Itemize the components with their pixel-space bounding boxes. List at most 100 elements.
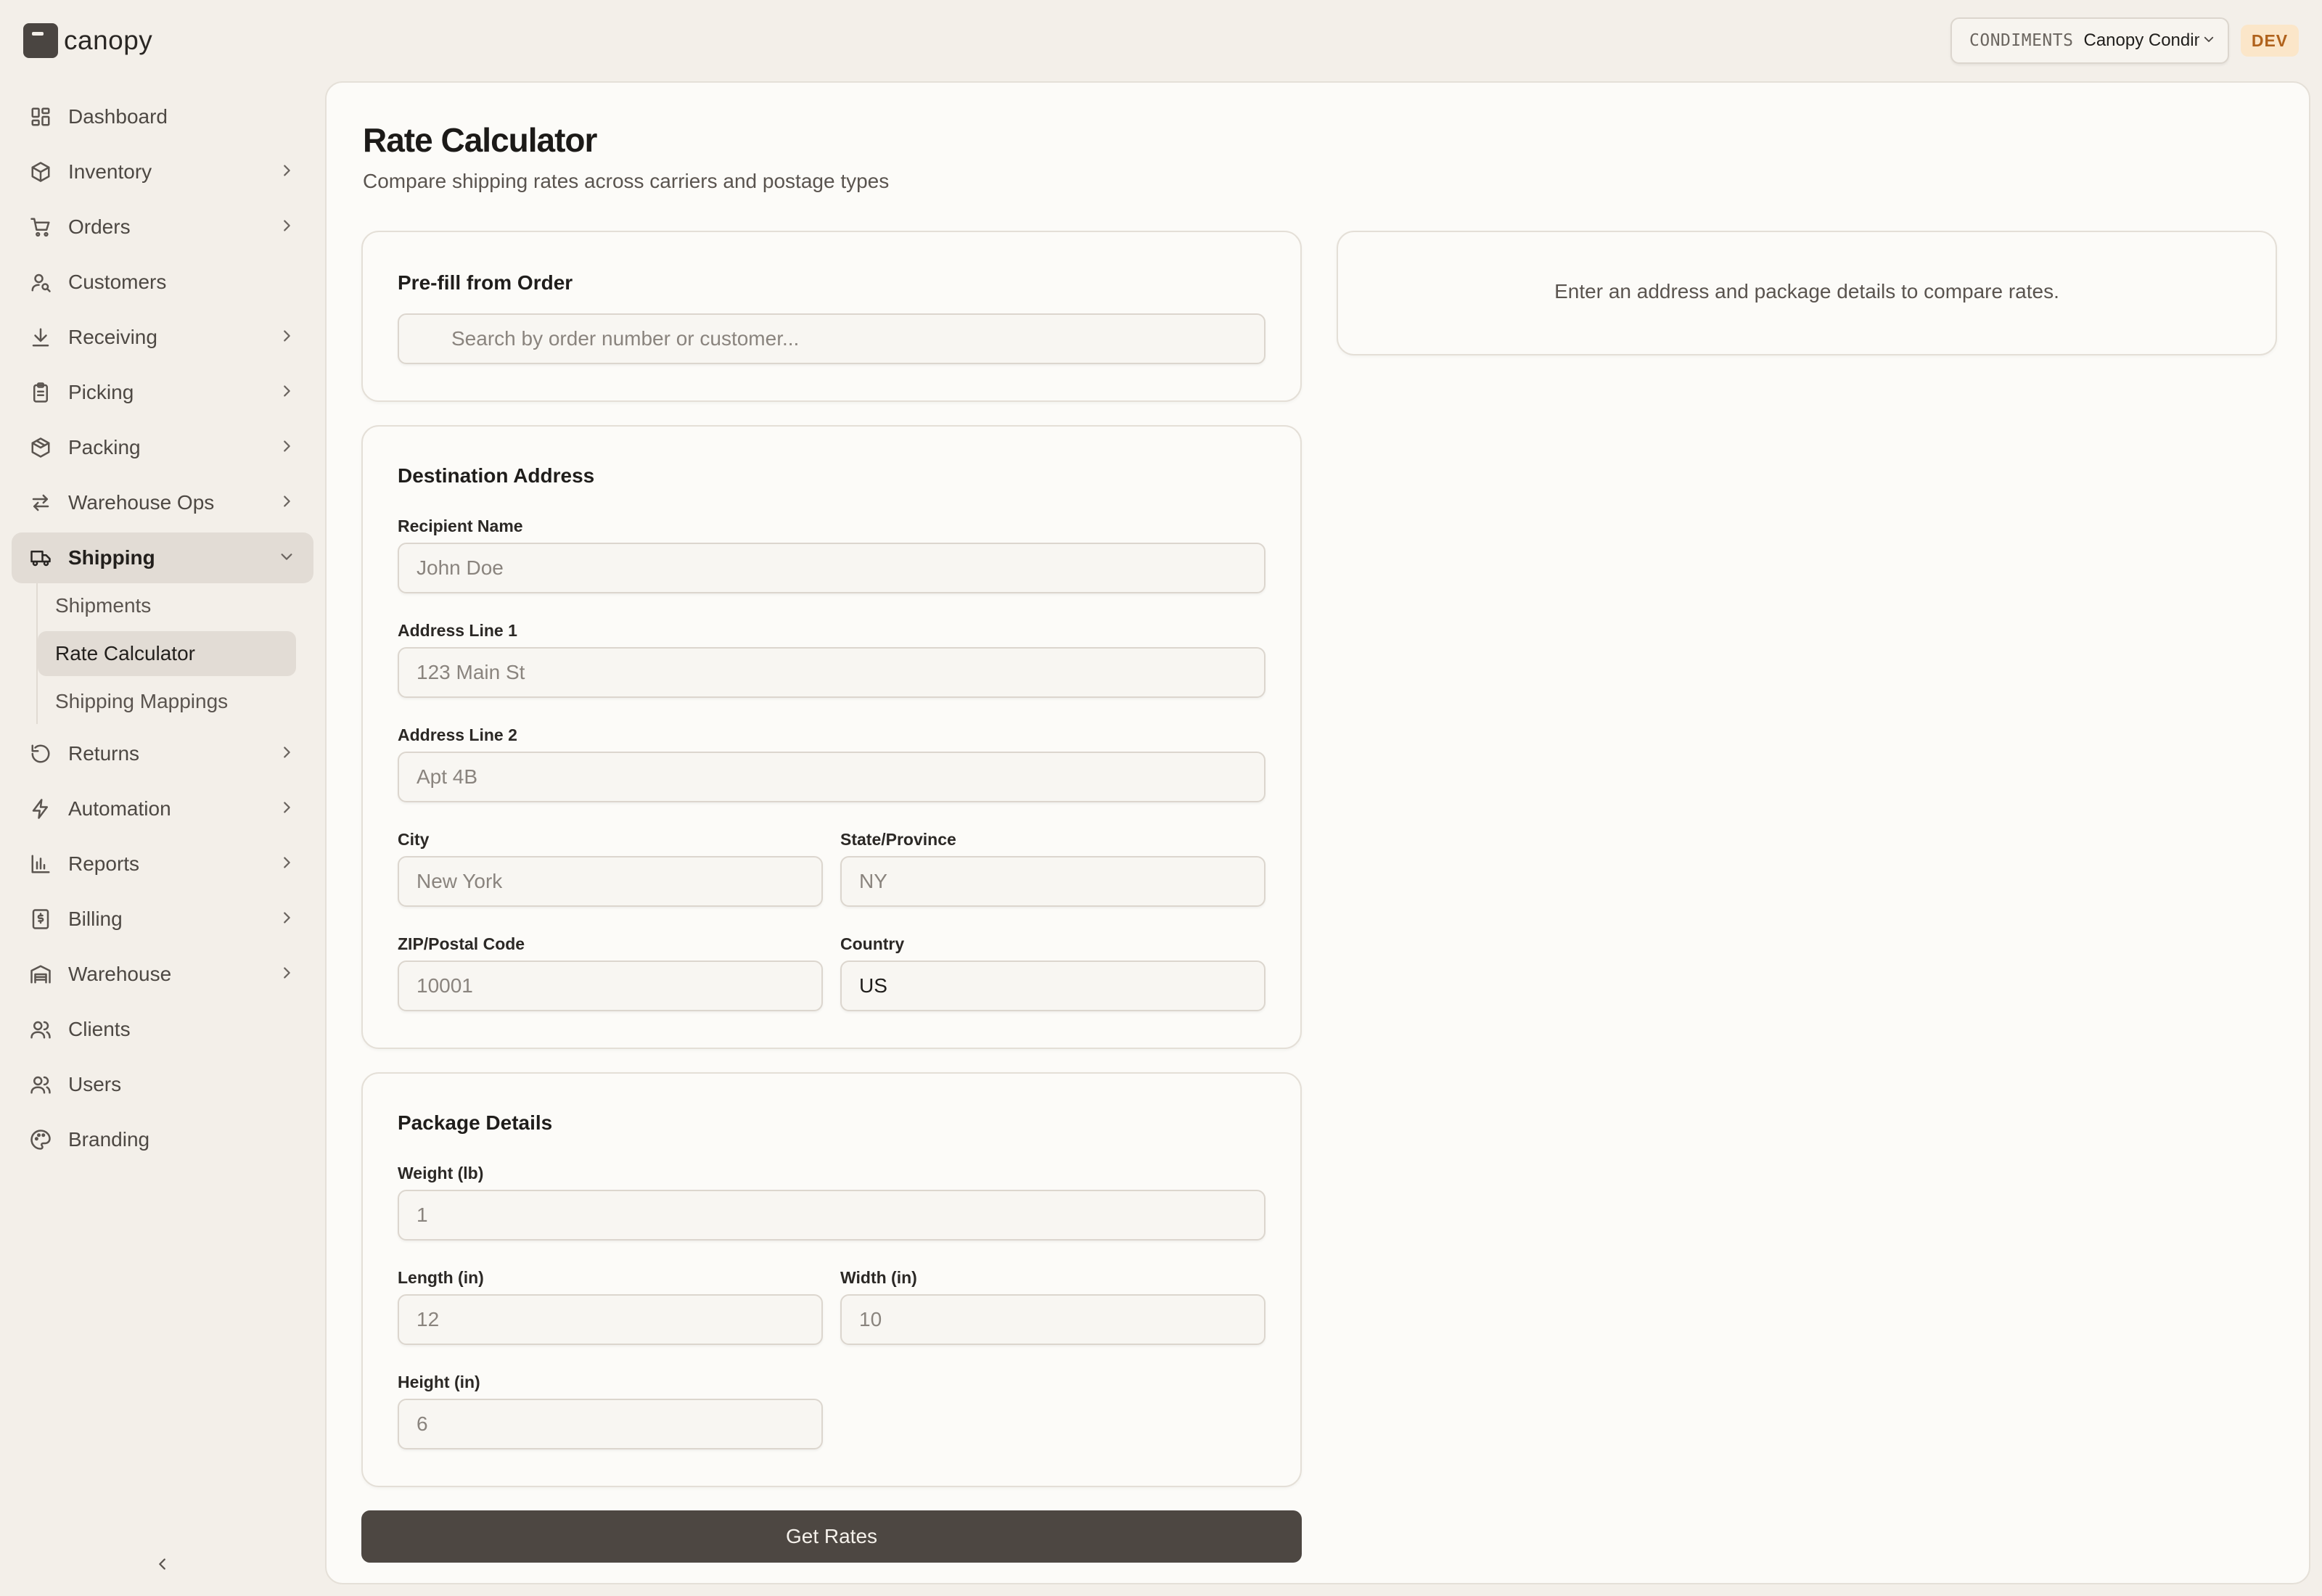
sidebar-subitem-shipping-mappings[interactable]: Shipping Mappings [38, 679, 296, 724]
chevron-right-icon [279, 908, 295, 931]
brand[interactable]: canopy [23, 22, 152, 59]
sidebar-subitem-shipments[interactable]: Shipments [38, 583, 296, 628]
city-label: City [398, 830, 430, 849]
zip-postal-input[interactable] [398, 961, 823, 1011]
tenant-select[interactable]: CONDIMENTS Canopy Condiments [1950, 17, 2229, 64]
sidebar-item-dashboard[interactable]: Dashboard [12, 91, 313, 142]
users-icon [29, 1073, 52, 1096]
chevron-right-icon [279, 436, 295, 459]
tenant-code: CONDIMENTS [1969, 31, 2074, 50]
sidebar-item-label: Shipping [68, 546, 155, 569]
download-icon [29, 326, 52, 349]
recipient-name-label: Recipient Name [398, 517, 523, 535]
address-line1-label: Address Line 1 [398, 621, 517, 640]
package-icon [29, 436, 52, 459]
sidebar-item-warehouse[interactable]: Warehouse [12, 949, 313, 1000]
canopy-logo-icon [23, 23, 58, 58]
sidebar-item-inventory[interactable]: Inventory [12, 147, 313, 197]
state-province-input[interactable] [840, 856, 1265, 907]
sidebar-item-picking[interactable]: Picking [12, 367, 313, 418]
height-label: Height (in) [398, 1373, 480, 1391]
chevron-right-icon [279, 326, 295, 349]
clipboard-icon [29, 381, 52, 404]
weight-label: Weight (lb) [398, 1164, 484, 1182]
country-input[interactable] [840, 961, 1265, 1011]
sidebar-item-label: Receiving [68, 326, 157, 348]
height-input[interactable] [398, 1399, 823, 1449]
rotate-icon [29, 742, 52, 765]
sidebar-item-customers[interactable]: Customers [12, 257, 313, 308]
env-badge: DEV [2241, 25, 2299, 57]
sidebar-item-reports[interactable]: Reports [12, 839, 313, 889]
sidebar-item-label: Warehouse Ops [68, 491, 215, 514]
sidebar-item-clients[interactable]: Clients [12, 1004, 313, 1055]
warehouse-icon [29, 963, 52, 986]
sidebar-nav: Dashboard Inventory Orders Customers Rec… [12, 91, 313, 1169]
shipping-subnav: Shipments Rate Calculator Shipping Mappi… [36, 583, 313, 724]
state-province-label: State/Province [840, 830, 956, 849]
address-line1-input[interactable] [398, 647, 1265, 698]
order-search-input[interactable] [398, 313, 1265, 364]
recipient-name-input[interactable] [398, 543, 1265, 593]
sidebar-item-automation[interactable]: Automation [12, 783, 313, 834]
results-empty-message: Enter an address and package details to … [1554, 280, 2059, 303]
chevron-right-icon [279, 742, 295, 765]
chevron-right-icon [279, 797, 295, 820]
zip-postal-label: ZIP/Postal Code [398, 934, 525, 953]
package-title: Package Details [398, 1111, 553, 1134]
sidebar-item-billing[interactable]: Billing [12, 894, 313, 945]
bar-chart-icon [29, 852, 52, 876]
sidebar-item-label: Packing [68, 436, 141, 458]
address-line2-label: Address Line 2 [398, 725, 517, 744]
get-rates-button[interactable]: Get Rates [361, 1510, 1302, 1563]
prefill-title: Pre-fill from Order [398, 271, 573, 294]
results-card: Enter an address and package details to … [1337, 231, 2277, 355]
truck-icon [29, 546, 52, 569]
sidebar-item-label: Branding [68, 1128, 150, 1151]
sidebar-item-shipping[interactable]: Shipping [12, 532, 313, 583]
page-subtitle: Compare shipping rates across carriers a… [363, 170, 890, 192]
receipt-icon [29, 908, 52, 931]
prefill-card: Pre-fill from Order [361, 231, 1302, 402]
chevron-right-icon [279, 491, 295, 514]
length-input[interactable] [398, 1294, 823, 1345]
chevron-right-icon [279, 963, 295, 986]
sidebar-item-label: Users [68, 1073, 122, 1095]
palette-icon [29, 1128, 52, 1151]
sidebar-item-users[interactable]: Users [12, 1059, 313, 1110]
sidebar-item-orders[interactable]: Orders [12, 202, 313, 252]
sidebar-item-label: Reports [68, 852, 140, 875]
sidebar-item-label: Orders [68, 215, 131, 238]
city-input[interactable] [398, 856, 823, 907]
sidebar-item-label: Picking [68, 381, 134, 403]
sidebar-item-warehouse-ops[interactable]: Warehouse Ops [12, 477, 313, 528]
width-label: Width (in) [840, 1268, 917, 1287]
destination-title: Destination Address [398, 464, 595, 487]
package-card: Package Details Weight (lb) Length (in) … [361, 1072, 1302, 1487]
destination-card: Destination Address Recipient Name Addre… [361, 425, 1302, 1049]
sidebar-item-receiving[interactable]: Receiving [12, 312, 313, 363]
sidebar-item-label: Clients [68, 1018, 131, 1040]
sidebar-item-returns[interactable]: Returns [12, 728, 313, 779]
sidebar-item-branding[interactable]: Branding [12, 1114, 313, 1165]
sidebar: canopy Dashboard Inventory Orders Custom… [0, 0, 319, 1596]
sidebar-subitem-rate-calculator[interactable]: Rate Calculator [38, 631, 296, 676]
chevron-left-icon [155, 1556, 171, 1576]
sidebar-item-label: Warehouse [68, 963, 172, 985]
chevron-right-icon [279, 852, 295, 876]
sidebar-item-label: Dashboard [68, 105, 168, 128]
chevron-down-icon [2202, 30, 2215, 51]
customers-icon [29, 271, 52, 294]
chevron-right-icon [279, 215, 295, 239]
sidebar-item-packing[interactable]: Packing [12, 422, 313, 473]
main-panel: Rate Calculator Compare shipping rates a… [325, 81, 2310, 1584]
tenant-name: Canopy Condiments [2083, 30, 2199, 50]
country-label: Country [840, 934, 905, 953]
address-line2-input[interactable] [398, 752, 1265, 802]
weight-input[interactable] [398, 1190, 1265, 1241]
width-input[interactable] [840, 1294, 1265, 1345]
chevron-right-icon [279, 381, 295, 404]
sidebar-item-label: Customers [68, 271, 167, 293]
sidebar-collapse-button[interactable] [149, 1552, 176, 1579]
sidebar-item-label: Automation [68, 797, 171, 820]
